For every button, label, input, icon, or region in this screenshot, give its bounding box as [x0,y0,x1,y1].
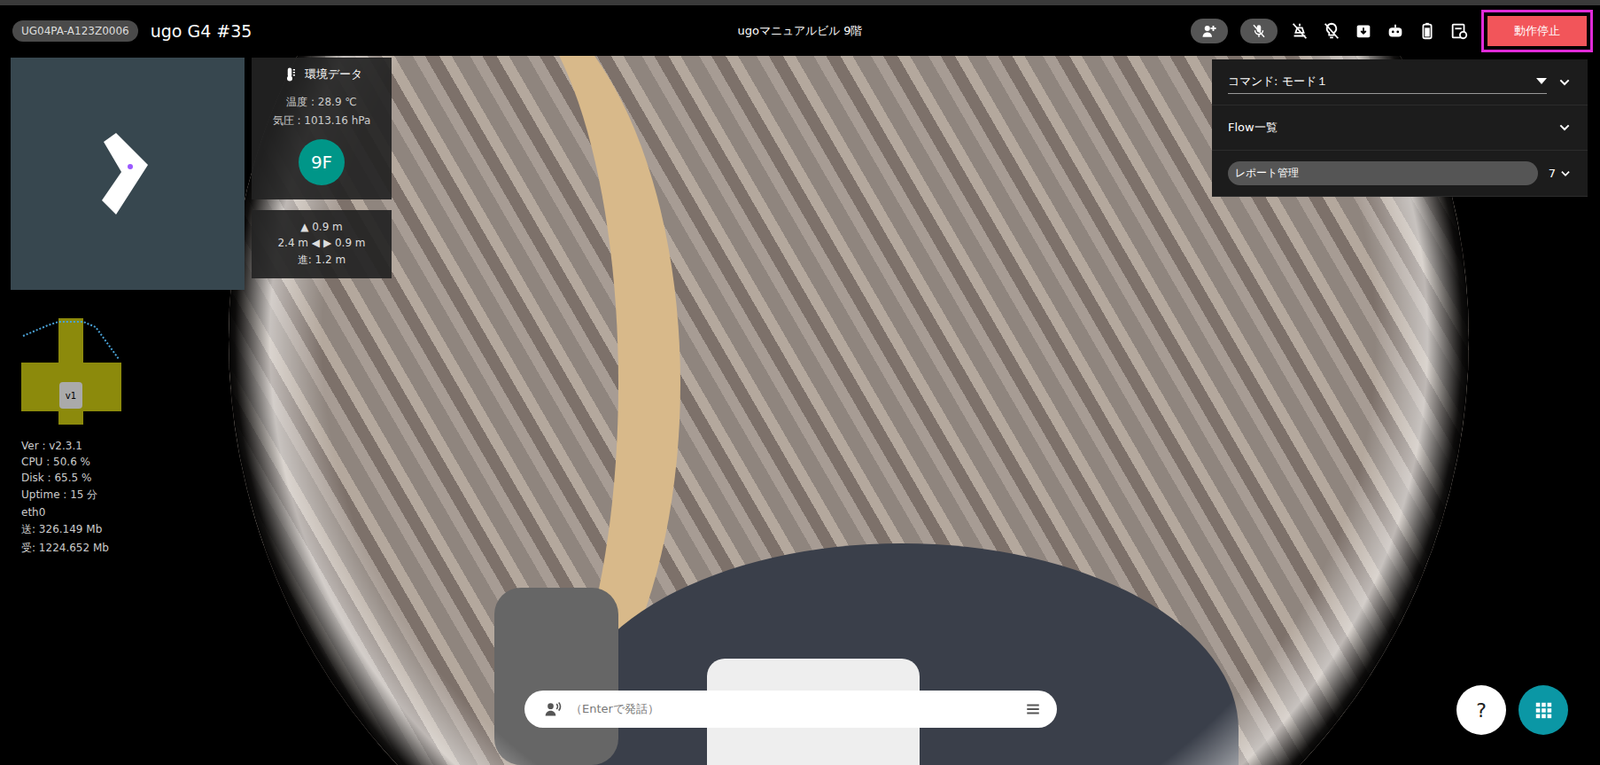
robot-id-badge: UG04PA-A123Z0006 [12,20,139,42]
dropdown-icon [1536,77,1547,86]
stat-line: eth0 [21,505,392,519]
flow-row[interactable]: Flow一覧 [1211,105,1588,151]
schedule-button[interactable] [1449,21,1469,41]
stop-button[interactable]: 動作停止 [1487,15,1587,47]
thermometer-icon [281,66,298,83]
camera-view: 環境データ温度 : 28.9 ℃ 気圧 : 1013.16 hPa 9F ▲ 0.9 … [0,55,1600,765]
box-icon [1353,21,1374,41]
stop-highlight: 動作停止 [1481,9,1593,53]
apps-button[interactable] [1518,684,1569,735]
location-title: ugoマニュアルビル 9階 [737,23,863,39]
stat-line: CPU : 50.6 % [21,455,392,468]
floor-badge: 9F [298,139,345,186]
help-button[interactable]: ? [1456,684,1507,735]
robot-marker: v1 [59,381,83,409]
robot-console: UG04PA-A123Z0006 ugo G4 #35 ugoマニュアルビル 9階 動… [0,0,1600,765]
bulb-toggle-button[interactable] [1321,21,1342,41]
distance-forward: 進: 1.2 m [297,252,346,268]
save-button[interactable] [1353,21,1374,41]
speech-placeholder: （Enterで発話） [570,700,1017,717]
report-count: 7 [1548,166,1572,180]
menu-icon[interactable] [1025,700,1041,717]
distance-sides: 2.4 m ◀ ▶ 0.9 m [277,236,366,249]
environment-title: 環境データ [304,66,363,83]
map-shape-icon [96,129,159,218]
chevron-down-icon[interactable] [1557,75,1572,90]
report-row[interactable]: レポート管理 7 [1211,150,1588,197]
mic-mute-button[interactable] [1240,18,1278,44]
pressure: 気圧 : 1013.16 hPa [272,113,372,129]
battery-button[interactable] [1417,21,1437,41]
distance-front: ▲ 0.9 m [300,220,343,234]
add-user-button[interactable] [1190,18,1228,44]
battery-icon [1417,21,1437,41]
bulb-off-icon [1321,21,1342,41]
speaking-person-icon [543,699,562,718]
system-stats: Ver : v2.3.1 CPU : 50.6 % Disk : 65.5 % Upt… [21,439,392,556]
stat-line: Disk : 65.5 % [21,471,392,484]
distance-panel: ▲ 0.9 m 2.4 m ◀ ▶ 0.9 m 進: 1.2 m [251,209,392,279]
mic-off-icon [1250,23,1267,39]
robot-button[interactable] [1385,21,1406,41]
top-bar: UG04PA-A123Z0006 ugo G4 #35 ugoマニュアルビル 9階 動… [0,0,1600,56]
light-off-icon [1289,21,1310,41]
chevron-down-icon [1557,120,1572,135]
environment-panel: 環境データ温度 : 28.9 ℃ 気圧 : 1013.16 hPa 9F [251,57,392,200]
report-title: レポート管理 [1227,161,1538,186]
stat-line: Ver : v2.3.1 [21,439,392,452]
temperature: 温度 : 28.9 ℃ [286,94,358,110]
grid-icon [1533,699,1554,720]
chevron-down-icon [1559,167,1572,180]
light-toggle-button[interactable] [1289,21,1310,41]
side-panel: コマンド: モード１ Flow一覧レポート管理 7 [1211,59,1588,197]
robot-icon [1385,21,1406,41]
stat-line: 受: 1224.652 Mb [21,540,392,556]
command-select[interactable]: コマンド: モード１ [1227,69,1547,94]
stat-line: 送: 326.149 Mb [21,521,392,537]
stat-line: Uptime : 15 分 [21,487,392,503]
flow-list-title: Flow一覧 [1227,119,1278,136]
robot-name: ugo G4 #35 [150,21,253,41]
schedule-icon [1449,21,1469,41]
command-row: コマンド: モード１ [1211,59,1588,106]
speech-input[interactable]: （Enterで発話） [524,690,1057,728]
person-plus-icon [1201,23,1218,39]
lidar-view: v1 [21,303,122,426]
info-overlay: 環境データ温度 : 28.9 ℃ 気圧 : 1013.16 hPa 9F ▲ 0.9 … [10,57,392,556]
mini-map[interactable] [10,57,245,290]
